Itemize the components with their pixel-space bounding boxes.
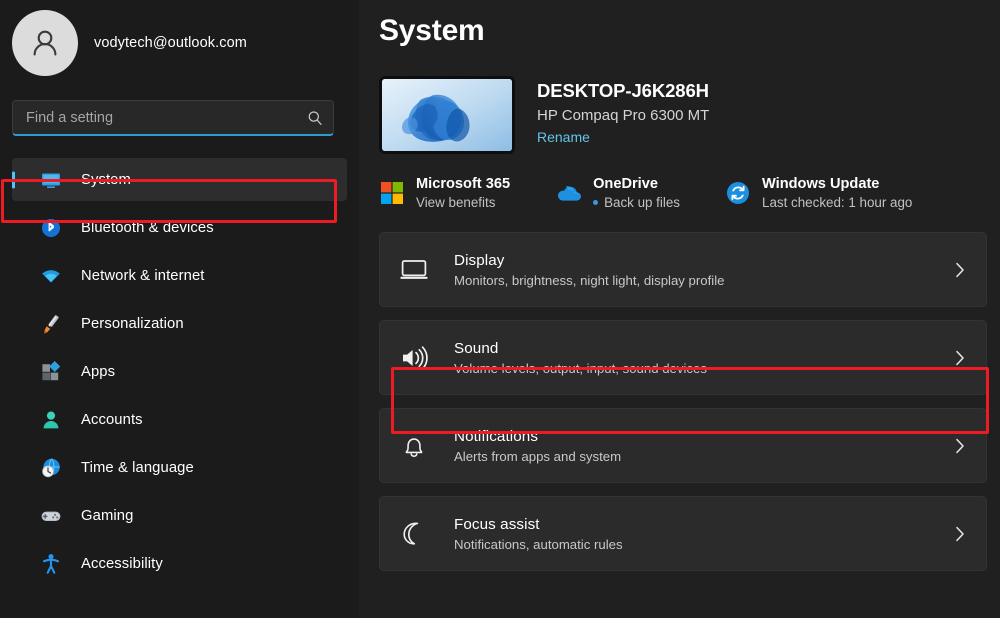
speaker-sound-icon bbox=[399, 343, 429, 373]
clock-globe-icon bbox=[40, 457, 62, 479]
settings-row-title: Notifications bbox=[454, 427, 539, 445]
sidebar: vodytech@outlook.com System Bluetooth & … bbox=[0, 0, 359, 618]
display-monitor-icon bbox=[399, 255, 429, 285]
status-dot bbox=[593, 200, 599, 205]
person-icon bbox=[40, 409, 62, 431]
sidebar-item-network-internet[interactable]: Network & internet bbox=[12, 254, 347, 297]
device-thumbnail bbox=[379, 76, 515, 154]
sidebar-item-personalization[interactable]: Personalization bbox=[12, 302, 347, 345]
sidebar-item-time-language[interactable]: Time & language bbox=[12, 446, 347, 489]
sidebar-item-label: Apps bbox=[81, 363, 116, 380]
accessibility-icon bbox=[40, 553, 62, 575]
quick-links-row: Microsoft 365 View benefits OneDrive Back … bbox=[379, 176, 1000, 210]
sidebar-nav: System Bluetooth & devices Network & int… bbox=[0, 158, 359, 585]
sidebar-item-bluetooth-devices[interactable]: Bluetooth & devices bbox=[12, 206, 347, 249]
sidebar-item-label: Network & internet bbox=[81, 267, 205, 284]
device-meta: DESKTOP-J6K286H HP Compaq Pro 6300 MT Re… bbox=[537, 76, 709, 145]
person-avatar-icon bbox=[33, 30, 57, 56]
quick-link-sub: Last checked: 1 hour ago bbox=[762, 195, 912, 210]
account-row[interactable]: vodytech@outlook.com bbox=[0, 0, 359, 76]
quick-link-sub: View benefits bbox=[416, 195, 510, 210]
account-email: vodytech@outlook.com bbox=[94, 35, 247, 51]
settings-row-title: Display bbox=[454, 251, 505, 269]
monitor-icon bbox=[40, 169, 62, 191]
sidebar-item-label: Accessibility bbox=[81, 555, 163, 572]
search-box[interactable] bbox=[12, 100, 334, 136]
settings-row-sub: Monitors, brightness, night light, displ… bbox=[454, 272, 725, 288]
quick-link-title: Windows Update bbox=[762, 176, 880, 192]
sidebar-item-label: System bbox=[81, 171, 131, 188]
gamepad-icon bbox=[40, 505, 62, 527]
settings-row-display[interactable]: Display Monitors, brightness, night light… bbox=[379, 232, 987, 307]
chevron-right-icon[interactable] bbox=[954, 526, 966, 542]
settings-row-title: Focus assist bbox=[454, 515, 540, 533]
device-hero: DESKTOP-J6K286H HP Compaq Pro 6300 MT Re… bbox=[379, 76, 1000, 154]
quick-link-sub: Back up files bbox=[593, 195, 680, 210]
chevron-right-icon[interactable] bbox=[954, 262, 966, 278]
avatar[interactable] bbox=[12, 10, 78, 76]
quick-link-onedrive[interactable]: OneDrive Back up files bbox=[556, 176, 680, 210]
sidebar-item-label: Time & language bbox=[81, 459, 194, 476]
sidebar-item-system[interactable]: System bbox=[12, 158, 347, 201]
quick-link-microsoft-365[interactable]: Microsoft 365 View benefits bbox=[379, 176, 510, 210]
sidebar-item-label: Accounts bbox=[81, 411, 143, 428]
chevron-right-icon[interactable] bbox=[954, 438, 966, 454]
device-name: DESKTOP-J6K286H bbox=[537, 80, 709, 101]
microsoft-logo-icon bbox=[379, 180, 405, 206]
apps-blocks-icon bbox=[40, 360, 62, 383]
search-input[interactable] bbox=[26, 109, 307, 126]
sidebar-item-gaming[interactable]: Gaming bbox=[12, 494, 347, 537]
device-model: HP Compaq Pro 6300 MT bbox=[537, 107, 710, 124]
page-title: System bbox=[379, 14, 485, 47]
quick-link-windows-update[interactable]: Windows Update Last checked: 1 hour ago bbox=[725, 176, 912, 210]
chevron-right-icon[interactable] bbox=[954, 350, 966, 366]
main-content: System DESKTOP-J6K286H HP Compaq Pro 630… bbox=[359, 0, 1000, 618]
sidebar-item-accessibility[interactable]: Accessibility bbox=[12, 542, 347, 585]
settings-row-sub: Notifications, automatic rules bbox=[454, 536, 623, 552]
settings-row-notifications[interactable]: Notifications Alerts from apps and system bbox=[379, 408, 987, 483]
wifi-icon bbox=[40, 265, 62, 287]
paintbrush-icon bbox=[40, 313, 62, 335]
settings-row-focus-assist[interactable]: Focus assist Notifications, automatic rul… bbox=[379, 496, 987, 571]
quick-link-title: Microsoft 365 bbox=[416, 176, 511, 192]
sidebar-item-apps[interactable]: Apps bbox=[12, 350, 347, 393]
onedrive-cloud-icon bbox=[556, 180, 582, 206]
settings-row-sound[interactable]: Sound Volume levels, output, input, sound… bbox=[379, 320, 987, 395]
settings-window: vodytech@outlook.com System Bluetooth & … bbox=[0, 0, 1000, 618]
update-sync-icon bbox=[725, 180, 751, 206]
sidebar-item-label: Gaming bbox=[81, 507, 134, 524]
settings-row-sub: Alerts from apps and system bbox=[454, 448, 622, 464]
sidebar-item-accounts[interactable]: Accounts bbox=[12, 398, 347, 441]
settings-rows-list: Display Monitors, brightness, night light… bbox=[379, 232, 1000, 571]
quick-link-title: OneDrive bbox=[593, 176, 658, 192]
crescent-moon-icon bbox=[399, 519, 429, 549]
sidebar-item-label: Bluetooth & devices bbox=[81, 219, 214, 236]
sidebar-item-label: Personalization bbox=[81, 315, 184, 332]
bell-icon bbox=[399, 431, 429, 461]
windows-bloom-wallpaper bbox=[382, 79, 512, 151]
rename-link[interactable]: Rename bbox=[537, 129, 590, 145]
search-icon[interactable] bbox=[307, 110, 323, 126]
quick-link-sub-text: Back up files bbox=[604, 195, 680, 210]
bluetooth-icon bbox=[40, 217, 62, 239]
settings-row-sub: Volume levels, output, input, sound devi… bbox=[454, 360, 707, 376]
quick-link-sub-text: View benefits bbox=[416, 195, 496, 210]
settings-row-title: Sound bbox=[454, 339, 499, 357]
quick-link-sub-text: Last checked: 1 hour ago bbox=[762, 195, 913, 210]
